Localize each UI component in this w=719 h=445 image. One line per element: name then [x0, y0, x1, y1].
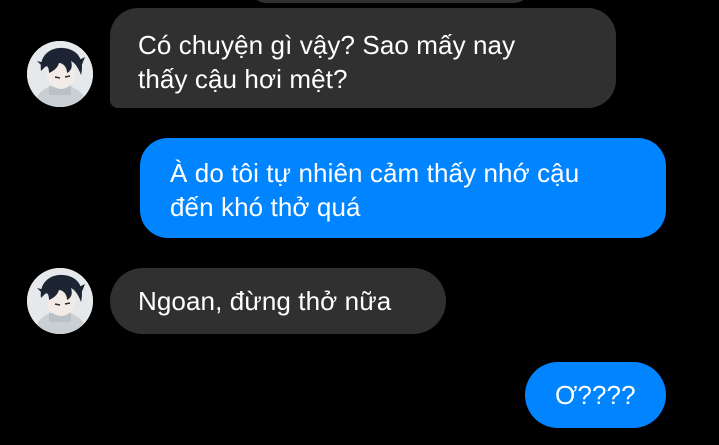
anime-boy-avatar-icon	[27, 41, 93, 107]
chat-thread: Có chuyện gì vậy? Sao mấy nay thấy cậu h…	[0, 0, 719, 445]
incoming-message-bubble[interactable]: Có chuyện gì vậy? Sao mấy nay thấy cậu h…	[110, 8, 616, 108]
outgoing-message-bubble[interactable]: À do tôi tự nhiên cảm thấy nhớ cậu đến k…	[140, 138, 666, 238]
incoming-message-bubble[interactable]: Ngoan, đừng thở nữa	[110, 268, 446, 334]
contact-avatar[interactable]	[27, 268, 93, 334]
message-text: Ơ????	[555, 380, 636, 410]
previous-message-bubble[interactable]	[250, 0, 530, 3]
anime-boy-avatar-icon	[27, 268, 93, 334]
outgoing-message-bubble[interactable]: Ơ????	[525, 362, 666, 428]
contact-avatar[interactable]	[27, 41, 93, 107]
message-text: Có chuyện gì vậy? Sao mấy nay thấy cậu h…	[138, 30, 516, 94]
message-text: Ngoan, đừng thở nữa	[138, 286, 392, 316]
message-text: À do tôi tự nhiên cảm thấy nhớ cậu đến k…	[170, 158, 580, 222]
